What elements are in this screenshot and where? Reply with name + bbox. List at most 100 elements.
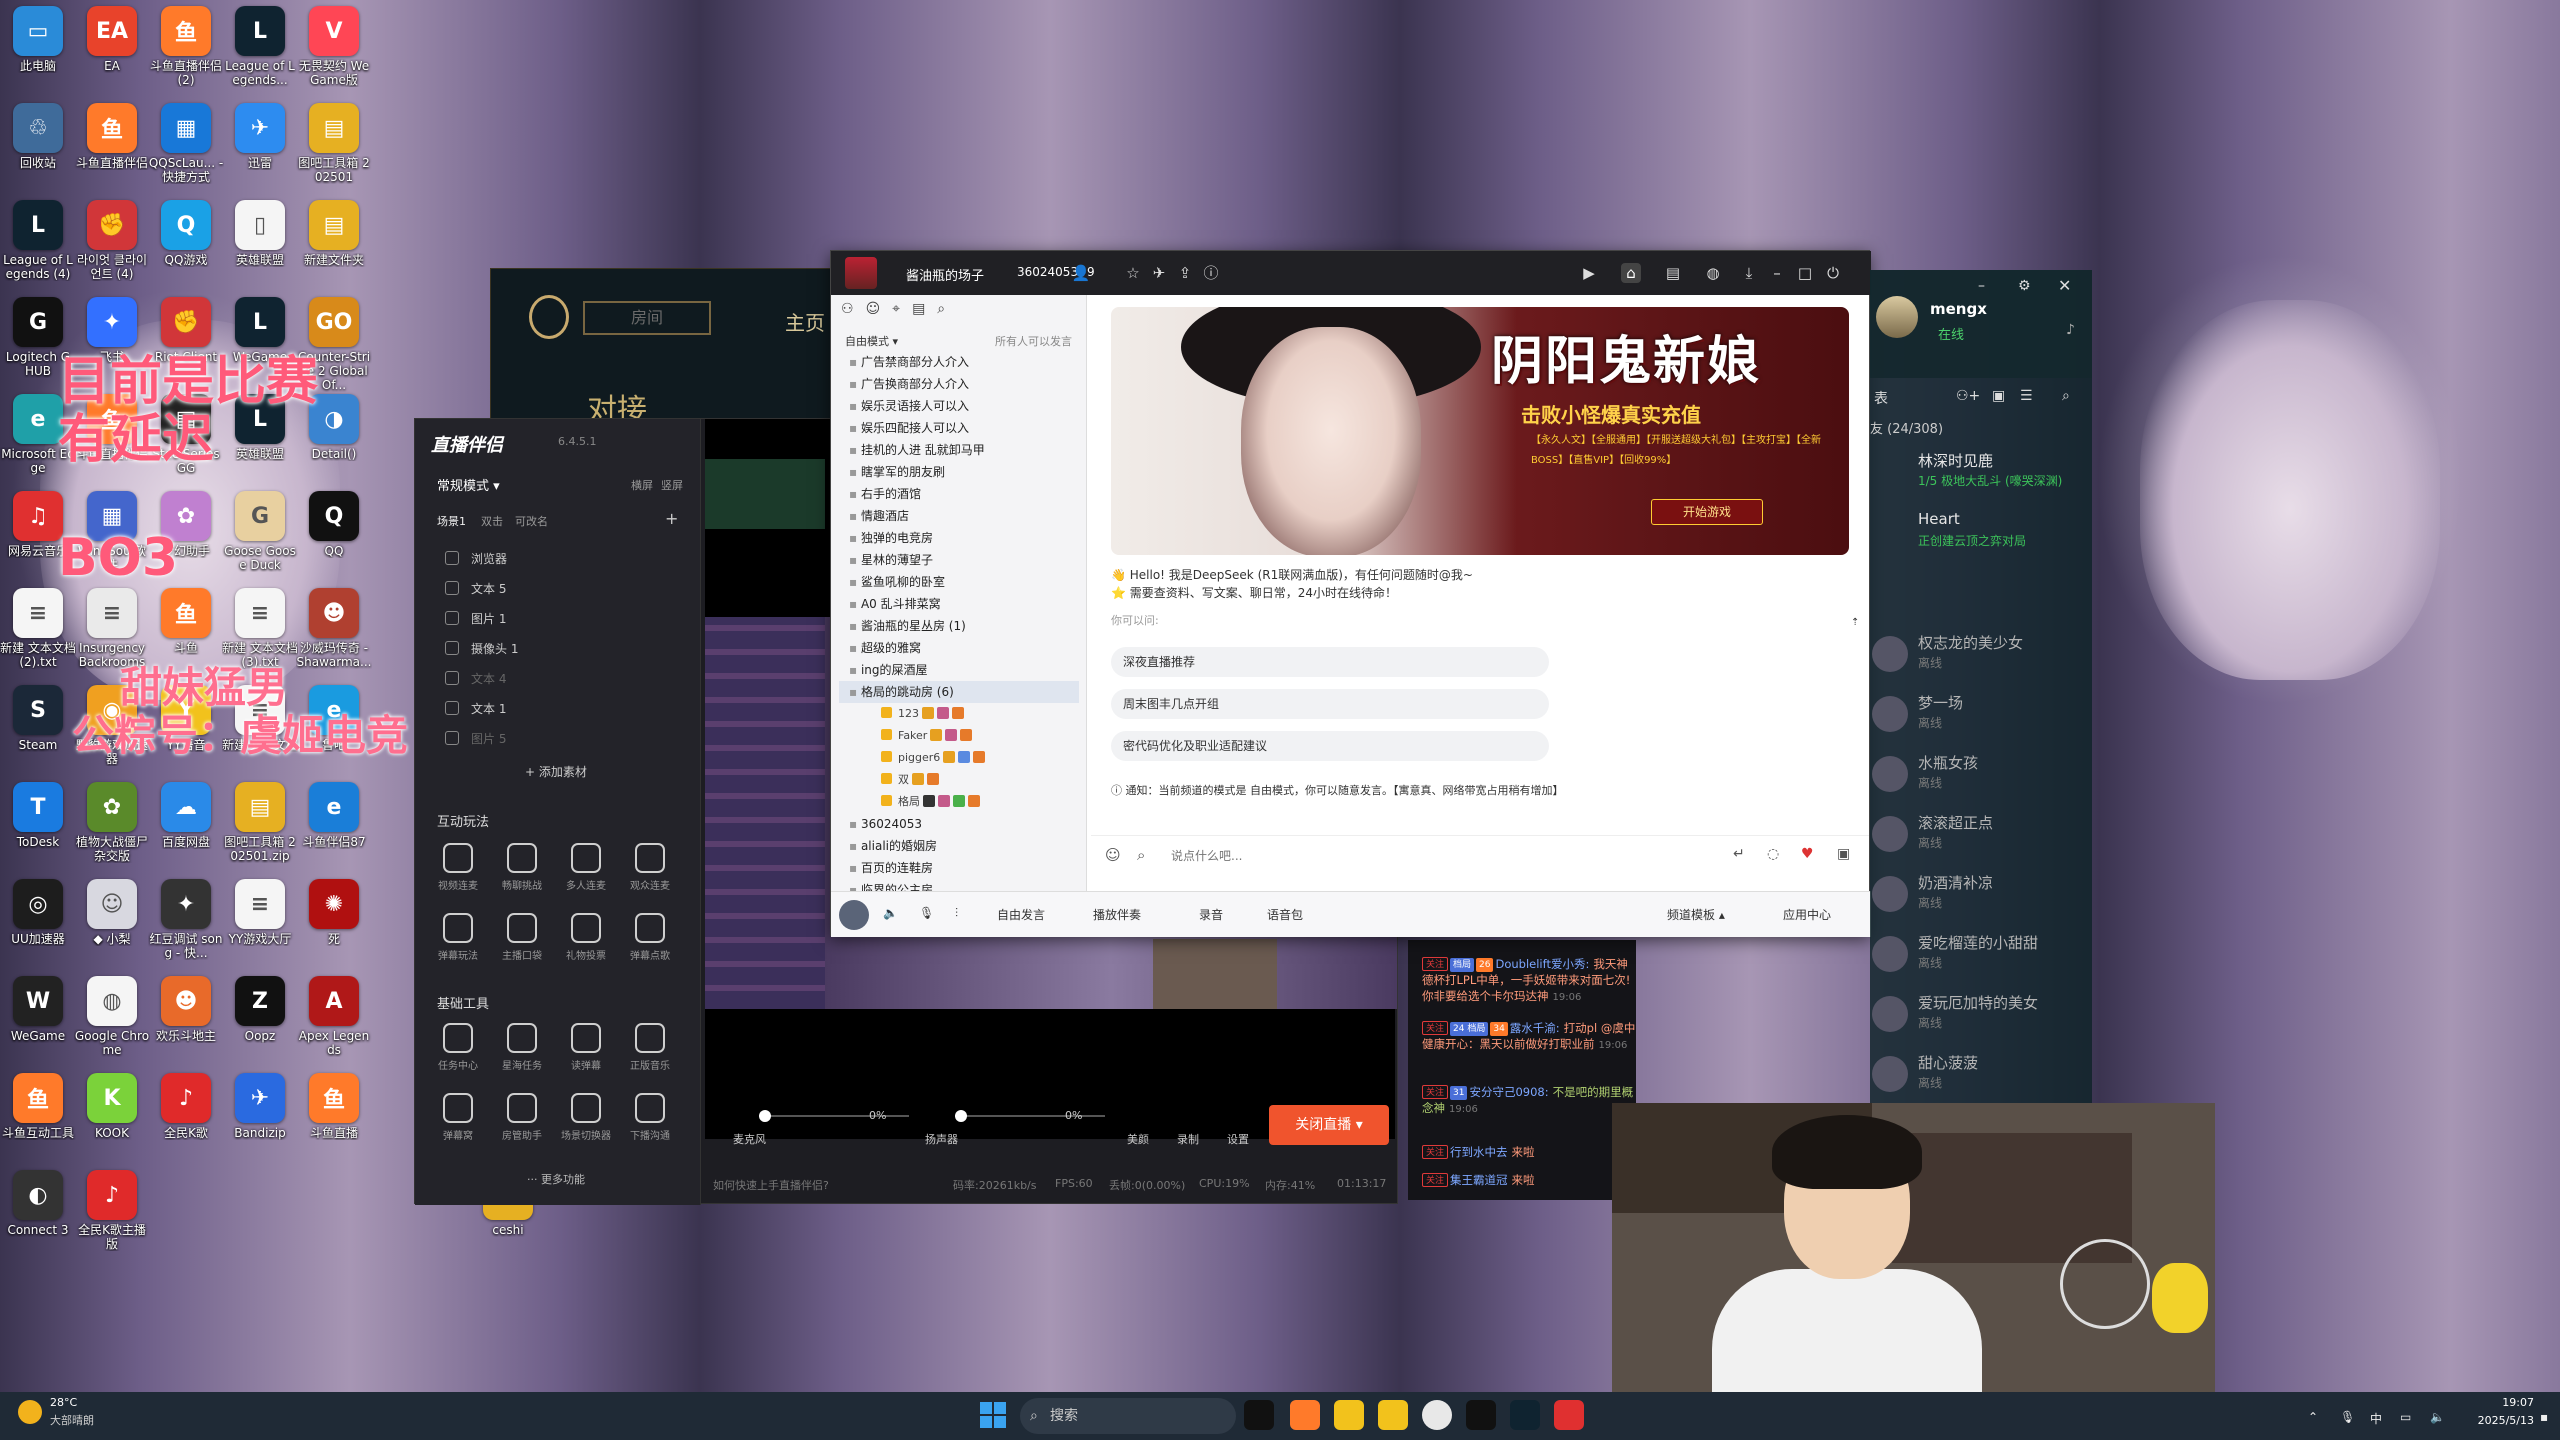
source-item[interactable]: 文本 5 <box>445 573 685 603</box>
gamepad-icon[interactable]: ◍ <box>1703 263 1723 283</box>
speak-mode-select[interactable]: 自由模式 ▾ <box>845 333 898 349</box>
channel-item[interactable]: ▪ 鲨鱼吼柳的卧室 <box>849 571 1079 593</box>
visibility-checkbox[interactable] <box>445 581 459 595</box>
desktop-icon[interactable]: G Goose Goose Duck <box>222 491 298 572</box>
visibility-checkbox[interactable] <box>445 701 459 715</box>
self-avatar[interactable] <box>839 900 869 930</box>
weather-icon[interactable] <box>18 1400 42 1424</box>
mode-select[interactable]: 常规模式 ▾ <box>437 475 500 494</box>
channel-member[interactable]: pigger6 <box>881 747 986 769</box>
desktop-icon[interactable]: L League of Legends (4) <box>0 200 76 281</box>
desktop-icon[interactable]: ▤ 图吧工具箱 202501 <box>296 103 372 184</box>
taskbar-app-qq[interactable] <box>1466 1400 1496 1430</box>
desktop-icon[interactable]: Q QQ <box>296 491 372 558</box>
suggestion-chip[interactable]: 周末图丰几点开组 <box>1111 689 1549 719</box>
start-icon[interactable] <box>980 1402 1006 1428</box>
desktop-icon[interactable]: ✺ 死 <box>296 879 372 946</box>
tool-button[interactable]: 星海任务 <box>493 1023 551 1072</box>
tool-button[interactable]: 礼物投票 <box>557 913 615 962</box>
help-link[interactable]: 如何快速上手直播伴侣? <box>713 1177 829 1193</box>
desktop-icon[interactable]: ▯ 英雄联盟 <box>222 200 298 267</box>
channel-member[interactable]: Faker <box>881 725 973 747</box>
channel-item[interactable]: ▪ 格局的跳动房 (6) <box>839 681 1079 703</box>
desktop-icon[interactable]: ✦ 红豆调试 song - 快... <box>148 879 224 960</box>
friend-group-header[interactable]: 友 (24/308) <box>1870 418 1943 437</box>
accompaniment-button[interactable]: 播放伴奏 <box>1093 906 1141 923</box>
desktop-icon[interactable]: L League of Legends... <box>222 6 298 87</box>
free-speech-button[interactable]: 自由发言 <box>997 906 1045 923</box>
source-item[interactable]: 文本 4 <box>445 663 685 693</box>
star-icon[interactable]: ☆ <box>1123 263 1143 283</box>
bell-icon[interactable]: ♪ <box>2066 322 2075 338</box>
channel-template-button[interactable]: 频道模板 ▴ <box>1667 906 1725 923</box>
desktop-icon[interactable]: W WeGame <box>0 976 76 1043</box>
chat-bubble-icon[interactable]: ◌ <box>1767 846 1779 862</box>
taskbar-app-chrome[interactable] <box>1422 1400 1452 1430</box>
channel-item[interactable]: ▪ 广告禁商部分人介入 <box>849 351 1079 373</box>
equalizer-icon[interactable]: ⫶ <box>955 906 958 921</box>
source-item[interactable]: 浏览器 <box>445 543 685 573</box>
record-audio-button[interactable]: 录音 <box>1199 906 1223 923</box>
channel-item[interactable]: ▪ 挂机的人进 乱就卸马甲 <box>849 439 1079 461</box>
channel-item[interactable]: ▪ 超级的雅窝 <box>849 637 1079 659</box>
send-icon[interactable]: ↵ <box>1733 846 1745 862</box>
ad-banner[interactable]: 阴阳鬼新娘 击败小怪爆真实充值 【永久人文】【全服通用】【开服送超级大礼包】【主… <box>1111 307 1849 555</box>
source-item[interactable]: 摄像头 1 <box>445 633 685 663</box>
app-center-button[interactable]: 应用中心 <box>1783 906 1831 923</box>
tool-button[interactable]: 读弹幕 <box>557 1023 615 1072</box>
desktop-icon[interactable]: K KOOK <box>74 1073 150 1140</box>
message-input[interactable] <box>1171 844 1591 868</box>
desktop-icon[interactable]: ☺ ◆ 小梨 <box>74 879 150 946</box>
add-friend-icon[interactable]: ⚇+ <box>1956 388 1980 404</box>
minimize-to-tray-icon[interactable]: ⤓ <box>1739 263 1759 283</box>
settings-button[interactable]: 设置 <box>1227 1131 1249 1147</box>
channel-item[interactable]: ▪ aliali的婚姻房 <box>849 835 1079 857</box>
channel-item[interactable]: ▪ 右手的酒馆 <box>849 483 1079 505</box>
taskbar-search[interactable]: ⌕ 搜索 <box>1020 1398 1236 1434</box>
scene-tab-1[interactable]: 场景1 <box>437 513 466 529</box>
visibility-checkbox[interactable] <box>445 731 459 745</box>
chat-username[interactable]: 安分守己0908: <box>1469 1085 1548 1099</box>
tool-button[interactable]: 弹幕窝 <box>429 1093 487 1142</box>
profile-status[interactable]: 在线 <box>1938 324 1964 343</box>
visibility-checkbox[interactable] <box>445 551 459 565</box>
source-item[interactable]: 图片 1 <box>445 603 685 633</box>
close-icon[interactable]: ✕ <box>2058 276 2071 295</box>
tool-button[interactable]: 下播沟通 <box>621 1093 679 1142</box>
visibility-checkbox[interactable] <box>445 671 459 685</box>
chat-username[interactable]: 集王霸道冠 <box>1450 1173 1508 1187</box>
board-icon[interactable]: ▤ <box>912 301 925 323</box>
desktop-icon[interactable]: ≡ Insurgency Backrooms <box>74 588 150 669</box>
gift-icon[interactable]: ♥ <box>1801 846 1814 862</box>
channel-member[interactable]: 格局 <box>881 791 980 813</box>
speaker-icon[interactable]: 🔈 <box>883 906 898 920</box>
tool-button[interactable]: 场景切换器 <box>557 1093 615 1142</box>
channel-item[interactable]: ▪ 娱乐灵语接人可以入 <box>849 395 1079 417</box>
pin-icon[interactable]: ✈ <box>1149 263 1169 283</box>
desktop-icon[interactable]: S Steam <box>0 685 76 752</box>
visibility-checkbox[interactable] <box>445 611 459 625</box>
desktop-icon[interactable]: ✿ 植物大战僵尸杂交版 <box>74 782 150 863</box>
tool-button[interactable]: 弹幕点歌 <box>621 913 679 962</box>
desktop-icon[interactable]: ≡ YY游戏大厅 <box>222 879 298 946</box>
desktop-icon[interactable]: ✈ 迅雷 <box>222 103 298 170</box>
add-source-button[interactable]: + 添加素材 <box>525 763 587 780</box>
channel-item[interactable]: ▪ A0 乱斗排菜窝 <box>849 593 1079 615</box>
close-icon[interactable]: ⏻ <box>1823 263 1843 283</box>
desktop-icon[interactable]: 鱼斗鱼 <box>148 588 224 655</box>
gear-icon[interactable]: ⚙ <box>2018 278 2031 294</box>
desktop-icon[interactable]: ♪ 全民K歌主播版 <box>74 1170 150 1251</box>
friends-tab[interactable]: 表 <box>1874 388 1888 408</box>
minimize-icon[interactable]: – <box>1767 263 1787 283</box>
desktop-icon[interactable]: ☁ 百度网盘 <box>148 782 224 849</box>
desktop-icon[interactable]: e 斗鱼伴侣87 <box>296 782 372 849</box>
search-icon[interactable]: ⌕ <box>2062 388 2070 404</box>
source-item[interactable]: 文本 1 <box>445 693 685 723</box>
chat-username[interactable]: 行到水中去 <box>1450 1145 1508 1159</box>
tool-button[interactable]: 多人连麦 <box>557 843 615 892</box>
list-icon[interactable]: ▤ <box>1663 263 1683 283</box>
tray-expand-icon[interactable]: ⌃ <box>2308 1410 2318 1424</box>
speaker-slider[interactable] <box>955 1110 1105 1122</box>
emoji-icon[interactable]: ☺ <box>1105 846 1121 864</box>
desktop-icon[interactable]: ≡ 新建 文本文档 (3).txt <box>222 588 298 669</box>
